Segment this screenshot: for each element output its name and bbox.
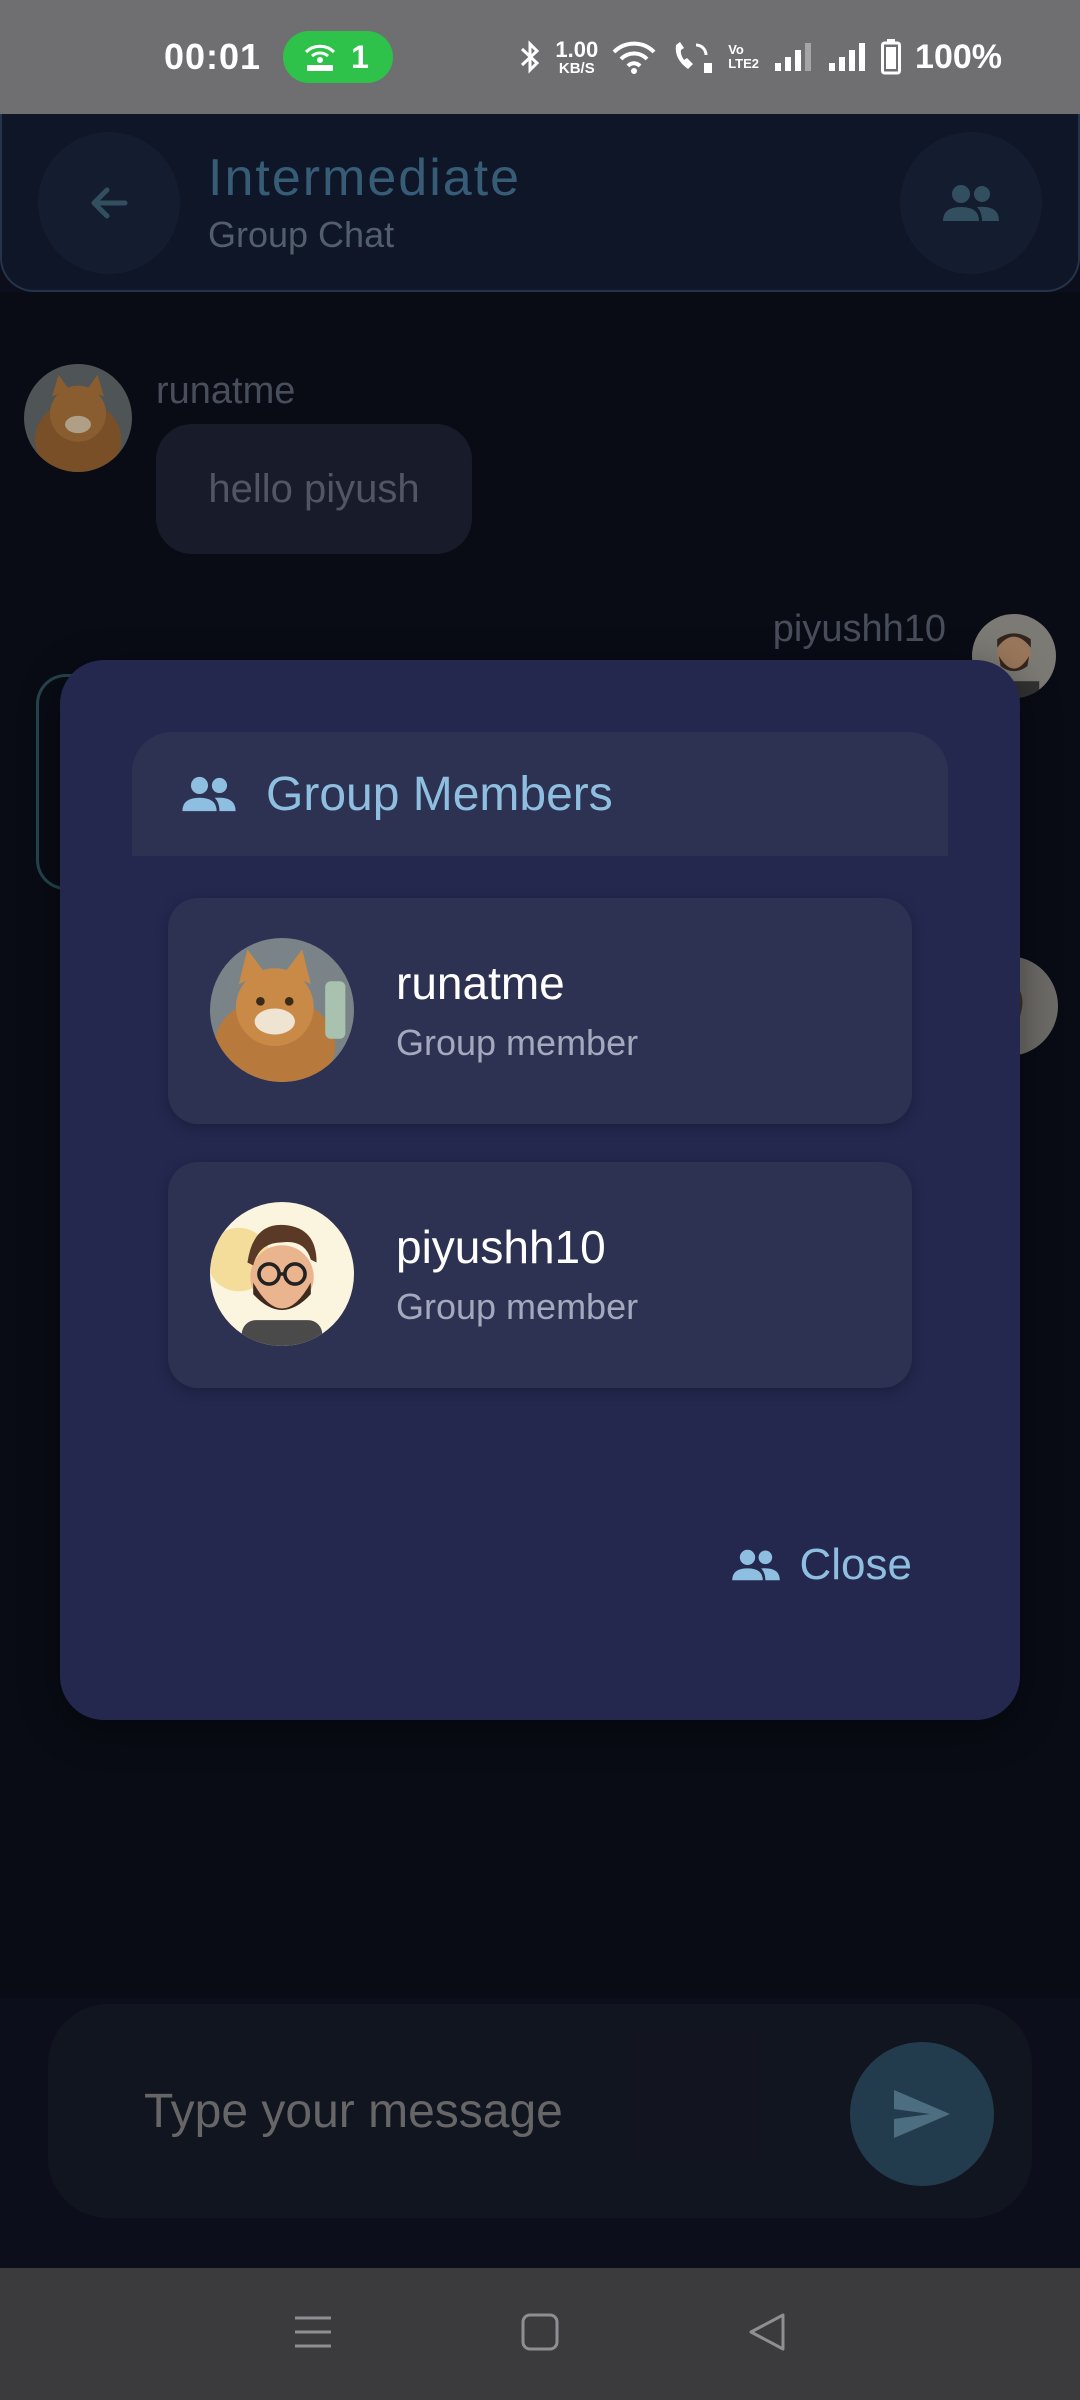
dialog-header: Group Members bbox=[132, 732, 948, 856]
wifi-calling-icon bbox=[675, 42, 713, 73]
wifi-icon bbox=[612, 41, 656, 74]
recent-apps-button[interactable] bbox=[293, 2312, 333, 2357]
bearded-man-avatar-image bbox=[210, 1202, 354, 1346]
signal-icon-sim2 bbox=[829, 43, 866, 71]
network-speed: 1.00 KB/S bbox=[555, 36, 599, 77]
hotspot-icon bbox=[305, 44, 336, 71]
hotspot-badge[interactable]: 1 bbox=[283, 31, 393, 83]
member-avatar bbox=[210, 1202, 354, 1346]
member-card[interactable]: piyushh10 Group member bbox=[168, 1162, 912, 1388]
dialog-title: Group Members bbox=[266, 767, 613, 821]
battery-icon bbox=[881, 39, 902, 75]
group-icon bbox=[182, 776, 236, 812]
member-name: piyushh10 bbox=[396, 1221, 606, 1273]
battery-percent: 100% bbox=[915, 37, 1002, 76]
close-button-label: Close bbox=[799, 1540, 913, 1589]
member-card[interactable]: runatme Group member bbox=[168, 898, 912, 1124]
member-name: runatme bbox=[396, 957, 565, 1009]
status-bar: 00:01 1 1.00 KB/S Vo LTE2 100% bbox=[0, 0, 1080, 114]
status-time: 00:01 bbox=[164, 36, 262, 77]
hotspot-count: 1 bbox=[351, 38, 369, 75]
group-members-dialog: Group Members runatme Group member piyus… bbox=[60, 660, 1020, 1720]
member-role: Group member bbox=[396, 1286, 639, 1327]
volte-indicator: Vo LTE2 bbox=[728, 41, 760, 71]
menu-icon bbox=[295, 2316, 332, 2347]
home-button[interactable] bbox=[520, 2312, 560, 2357]
cat-avatar-image bbox=[210, 938, 354, 1082]
member-role: Group member bbox=[396, 1022, 639, 1063]
back-nav-button[interactable] bbox=[747, 2312, 787, 2357]
triangle-back-icon bbox=[749, 2313, 785, 2350]
system-nav-bar bbox=[0, 2268, 1080, 2400]
signal-icon-sim1 bbox=[775, 43, 812, 71]
member-avatar bbox=[210, 938, 354, 1082]
bluetooth-icon bbox=[521, 40, 540, 74]
close-button[interactable]: Close bbox=[730, 1540, 913, 1590]
group-icon bbox=[731, 1549, 780, 1581]
square-icon bbox=[521, 2313, 559, 2350]
